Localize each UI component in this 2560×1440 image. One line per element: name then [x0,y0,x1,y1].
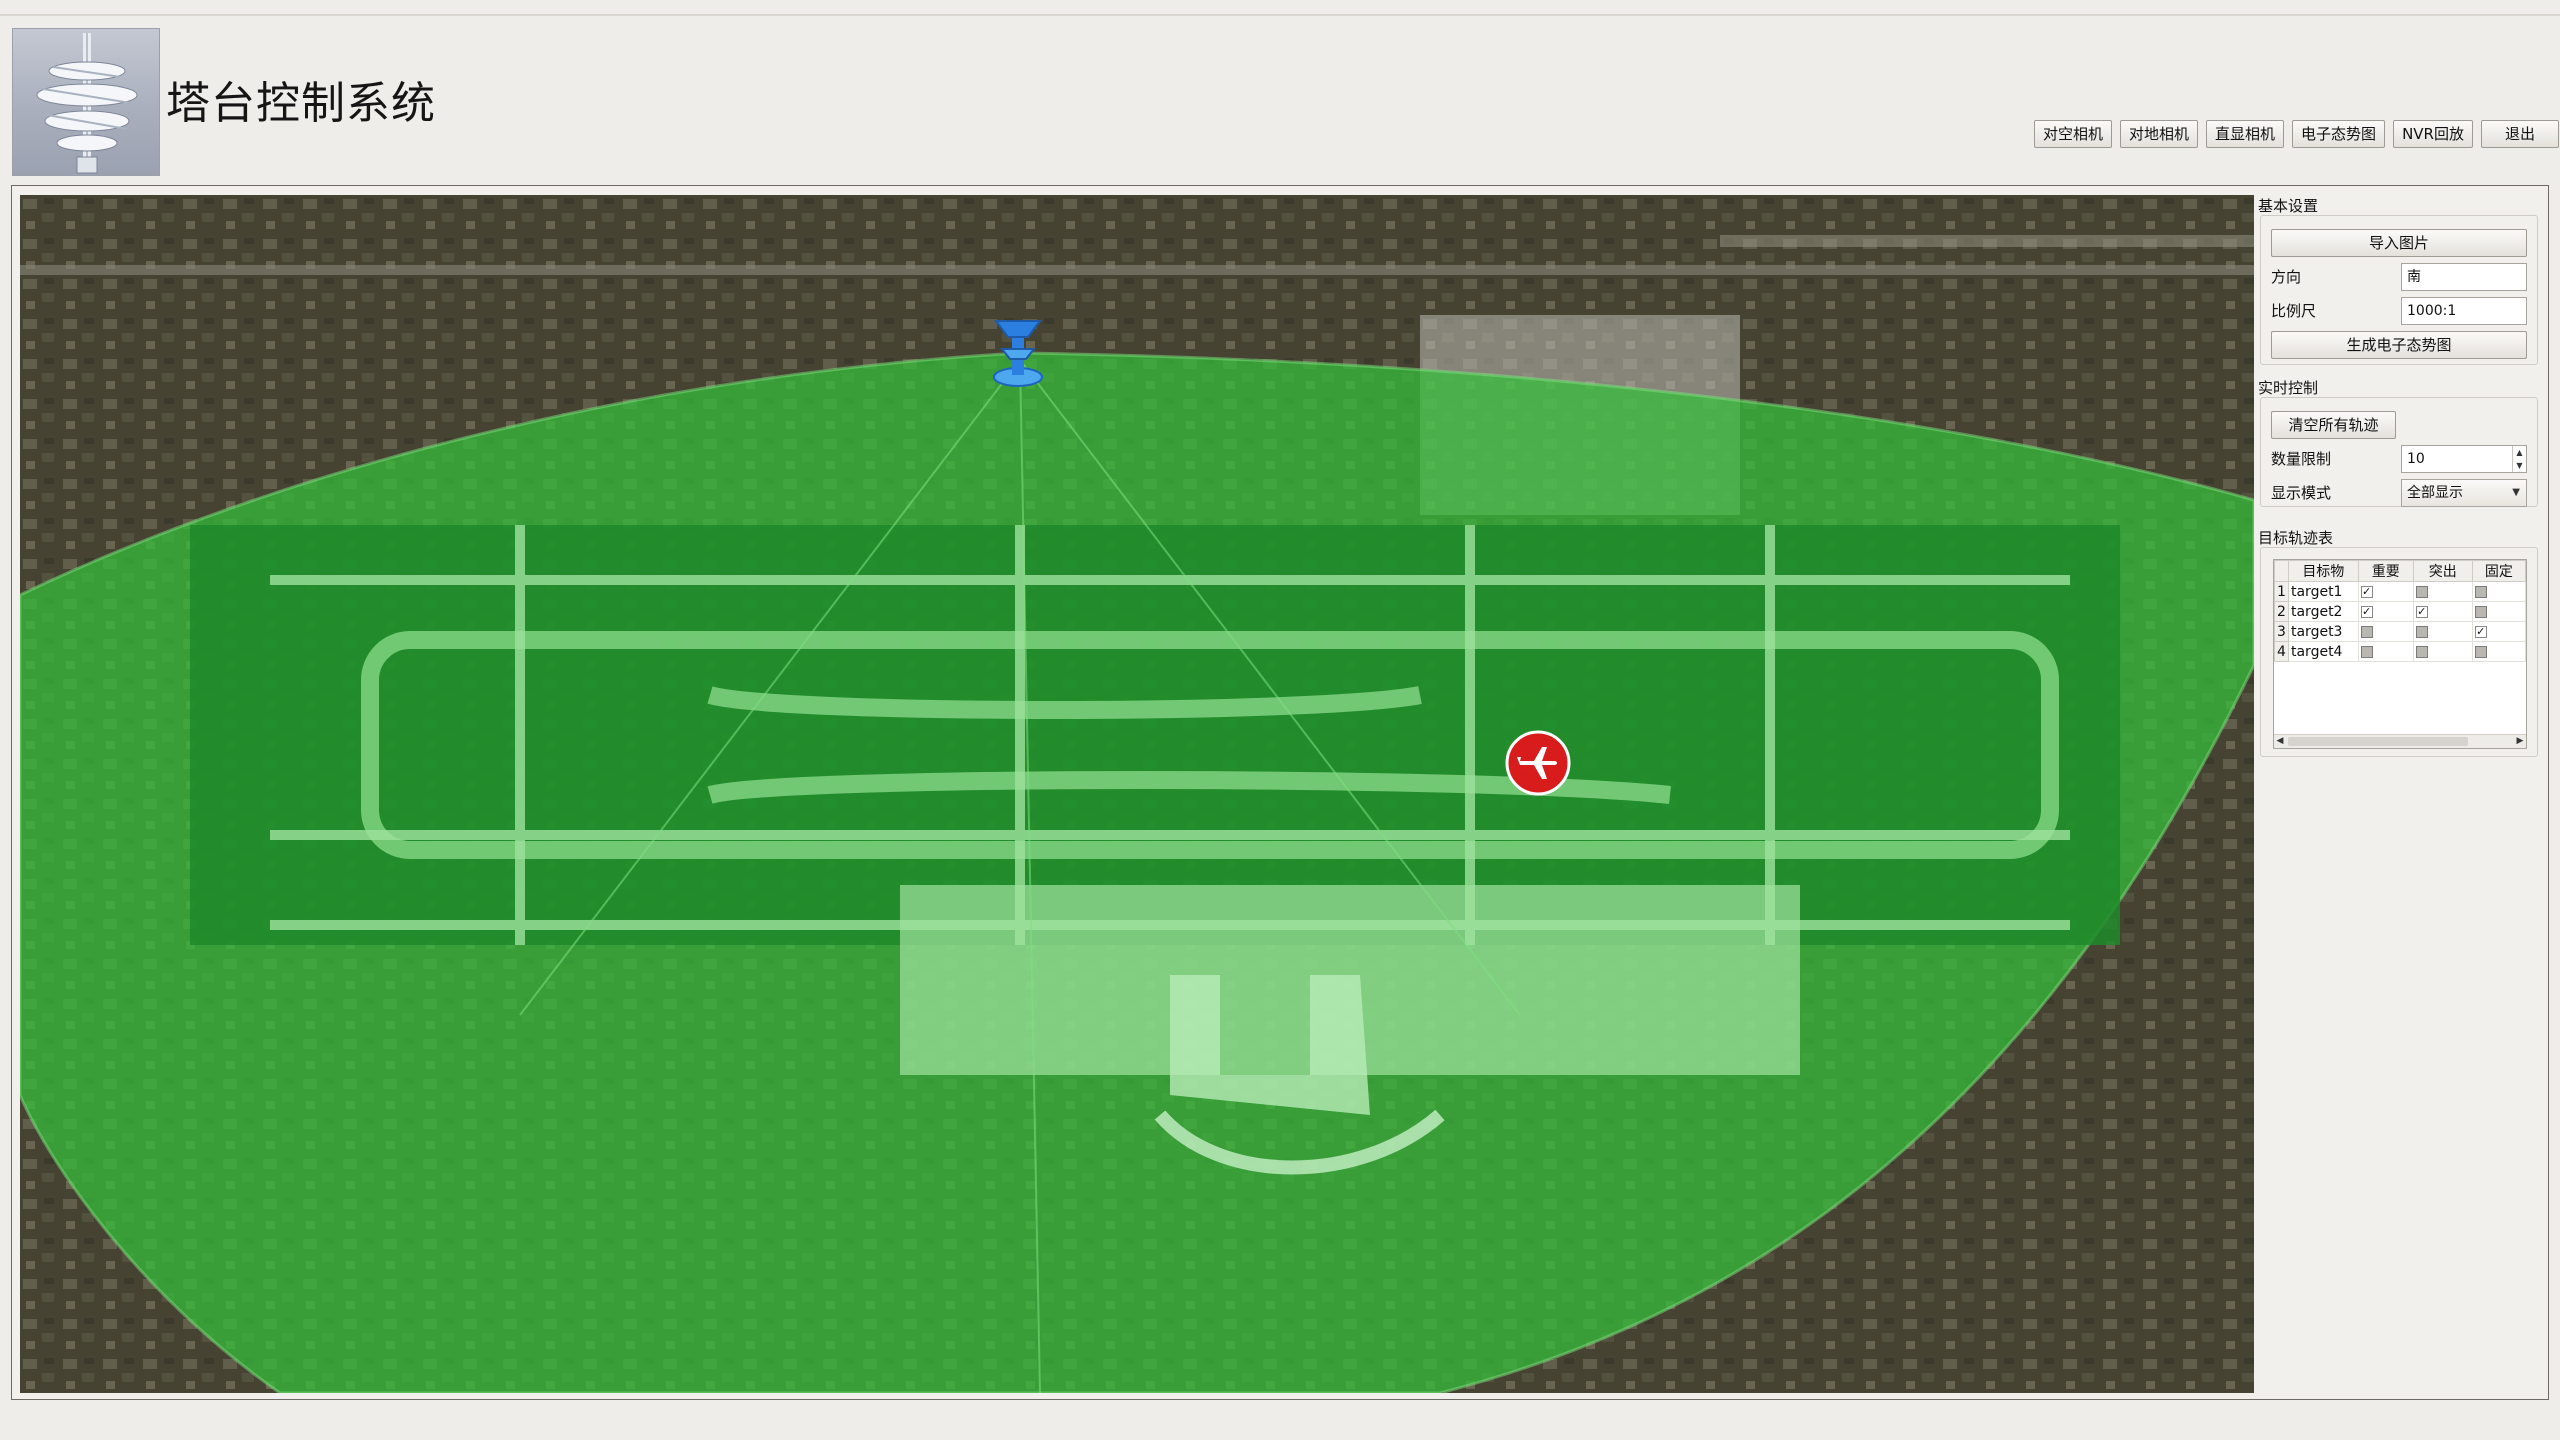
scroll-left-icon[interactable]: ◀ [2274,735,2286,748]
display-mode-select[interactable]: 全部显示 ▼ [2401,479,2527,507]
nvr-playback-button[interactable]: NVR回放 [2393,120,2473,148]
direct-camera-button[interactable]: 直显相机 [2206,120,2285,148]
row-number: 1 [2274,581,2289,602]
generate-situation-map-button[interactable]: 生成电子态势图 [2271,331,2527,359]
basic-settings-label: 基本设置 [2258,197,2319,215]
col-header-important[interactable]: 重要 [2357,560,2414,582]
fixed-checkbox[interactable] [2474,605,2487,618]
import-image-button[interactable]: 导入图片 [2271,229,2527,257]
highlight-checkbox[interactable]: ✓ [2415,605,2428,618]
exit-button[interactable]: 退出 [2480,120,2559,148]
highlight-cell [2412,641,2473,662]
col-header-target[interactable]: 目标物 [2287,560,2359,582]
limit-spinbox[interactable]: 10 ▲ ▼ [2401,445,2527,473]
fixed-cell [2471,581,2526,602]
highlight-cell [2412,621,2473,642]
limit-value: 10 [2407,451,2425,467]
track-table[interactable]: 目标物 重要 突出 固定 1 target1 ✓ 2 target2 ✓ ✓ 3 target3… [2273,559,2527,749]
col-header-fixed[interactable]: 固定 [2471,560,2526,582]
direction-label: 方向 [2271,268,2302,286]
limit-label: 数量限制 [2271,450,2332,468]
scroll-thumb[interactable] [2288,737,2468,746]
target-name-cell[interactable]: target4 [2287,641,2359,662]
top-toolbar: 对空相机 对地相机 直显相机 电子态势图 NVR回放 退出 [2034,120,2559,148]
scale-label: 比例尺 [2271,302,2317,320]
horizontal-scrollbar[interactable]: ◀ ▶ [2274,734,2526,748]
table-row[interactable]: 1 target1 ✓ [2274,581,2526,602]
row-number: 4 [2274,641,2289,662]
scroll-right-icon[interactable]: ▶ [2514,735,2526,748]
spin-arrows-icon[interactable]: ▲ ▼ [2512,446,2526,472]
highlight-checkbox[interactable] [2415,585,2428,598]
important-checkbox[interactable] [2360,645,2373,658]
track-table-label: 目标轨迹表 [2258,529,2334,547]
table-row[interactable]: 4 target4 [2274,641,2526,662]
important-cell: ✓ [2357,601,2414,622]
app-title: 塔台控制系统 [166,78,436,129]
airplane-icon[interactable] [1505,730,1571,796]
row-number: 3 [2274,621,2289,642]
fixed-checkbox[interactable] [2474,645,2487,658]
fixed-cell [2471,641,2526,662]
ground-camera-button[interactable]: 对地相机 [2120,120,2199,148]
important-checkbox[interactable]: ✓ [2360,585,2373,598]
target-name-cell[interactable]: target3 [2287,621,2359,642]
situation-map-button[interactable]: 电子态势图 [2292,120,2386,148]
situation-map[interactable] [20,195,2254,1393]
col-header-highlight[interactable]: 突出 [2412,560,2473,582]
important-cell: ✓ [2357,581,2414,602]
row-number: 2 [2274,601,2289,622]
fixed-cell: ✓ [2471,621,2526,642]
table-row[interactable]: 3 target3 ✓ [2274,621,2526,642]
highlight-cell: ✓ [2412,601,2473,622]
highlight-cell [2412,581,2473,602]
top-divider [0,14,2560,16]
fixed-cell [2471,601,2526,622]
target-name-cell[interactable]: target2 [2287,601,2359,622]
table-row[interactable]: 2 target2 ✓ ✓ [2274,601,2526,622]
control-panel: 基本设置 导入图片 方向 南 比例尺 1000:1 生成电子态势图 实时控制 清… [2258,195,2540,1393]
highlight-checkbox[interactable] [2415,645,2428,658]
important-cell [2357,641,2414,662]
realtime-control-label: 实时控制 [2258,379,2319,397]
important-cell [2357,621,2414,642]
chevron-down-icon: ▼ [2512,487,2520,498]
air-camera-button[interactable]: 对空相机 [2034,120,2113,148]
target-name-cell[interactable]: target1 [2287,581,2359,602]
clear-tracks-button[interactable]: 清空所有轨迹 [2271,411,2396,439]
display-mode-label: 显示模式 [2271,484,2332,502]
fixed-checkbox[interactable] [2474,585,2487,598]
tower-logo [12,28,160,176]
scale-input[interactable]: 1000:1 [2401,297,2527,325]
important-checkbox[interactable] [2360,625,2373,638]
direction-input[interactable]: 南 [2401,263,2527,291]
corner-cell [2274,560,2289,582]
important-checkbox[interactable]: ✓ [2360,605,2373,618]
highlight-checkbox[interactable] [2415,625,2428,638]
fixed-checkbox[interactable]: ✓ [2474,625,2487,638]
display-mode-value: 全部显示 [2407,485,2463,501]
